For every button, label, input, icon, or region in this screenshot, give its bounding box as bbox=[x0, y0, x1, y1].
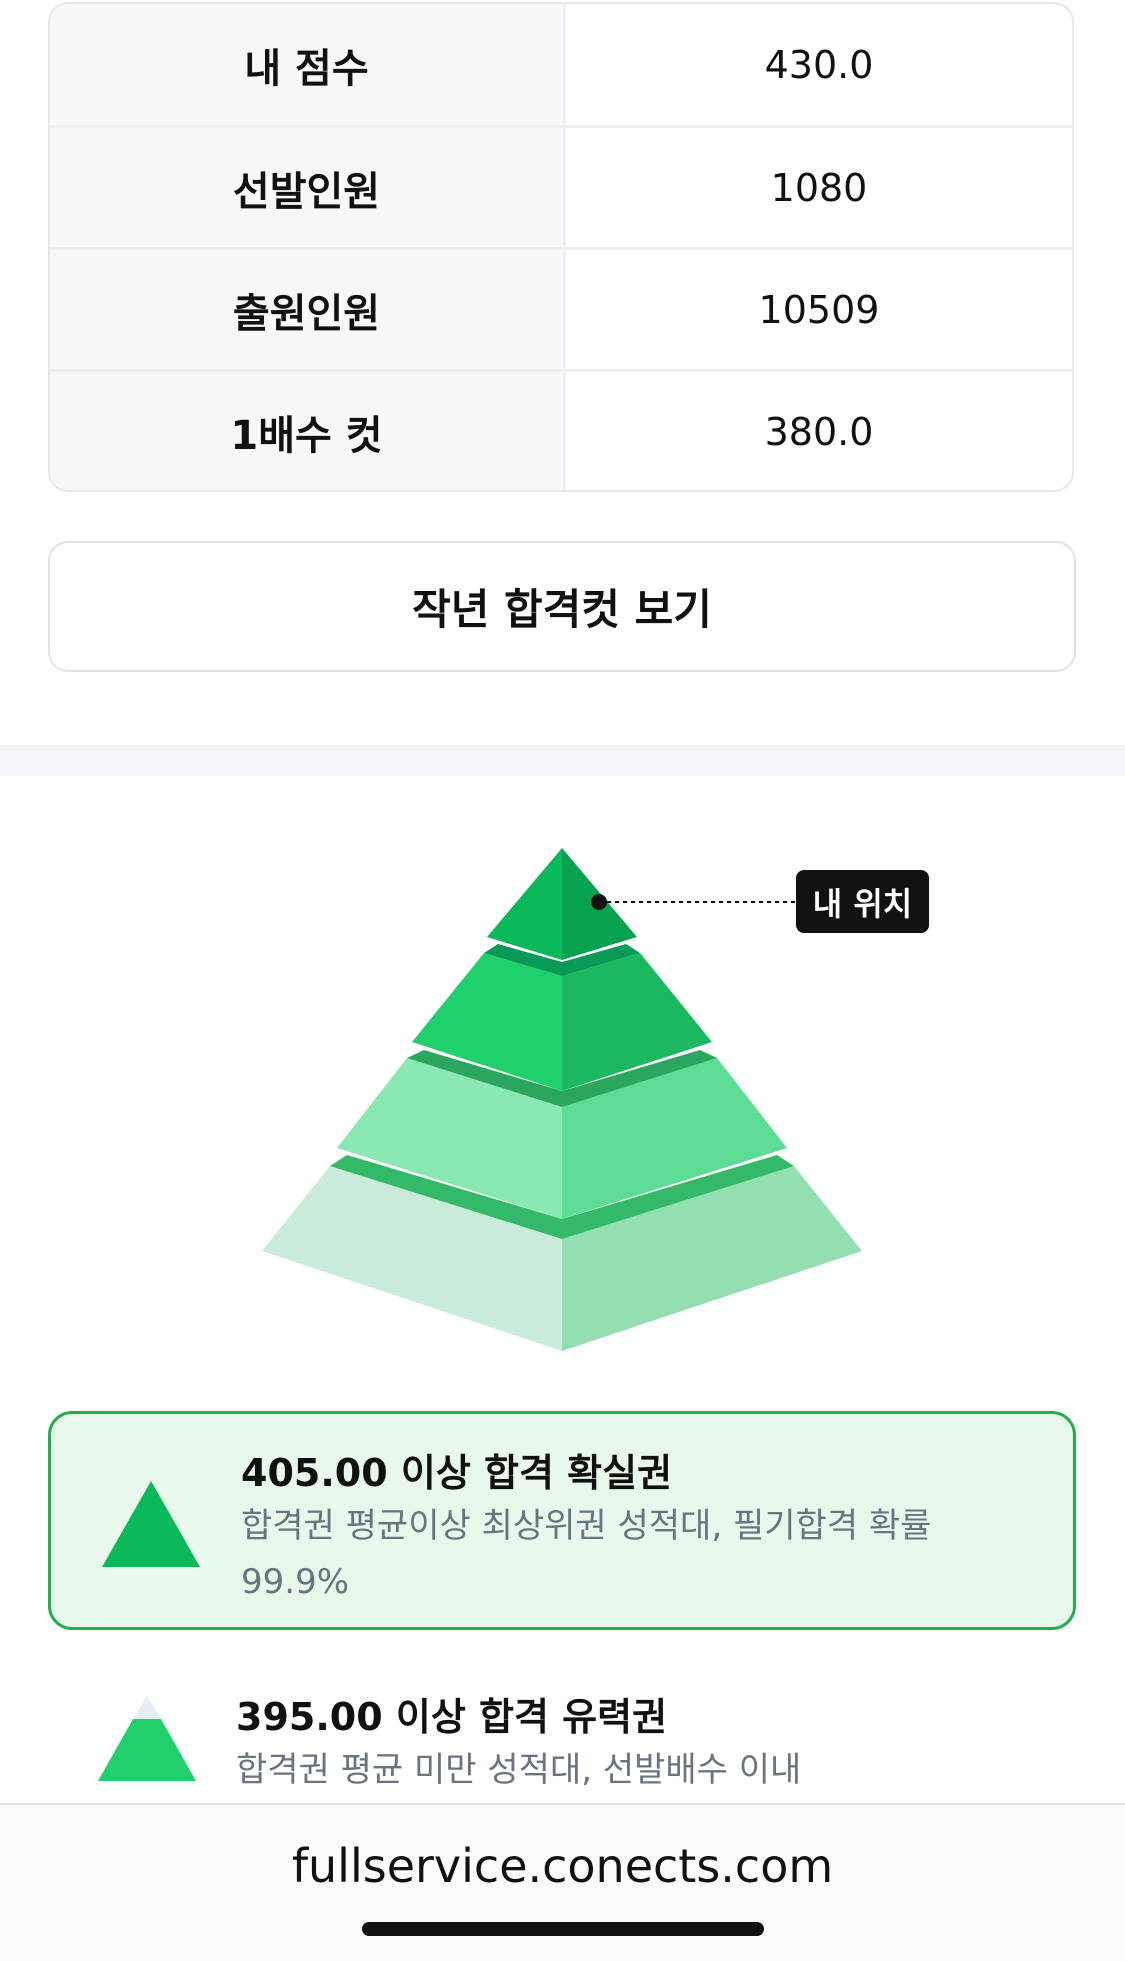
last-year-cut-button[interactable]: 작년 합격컷 보기 bbox=[48, 541, 1076, 672]
tier-title: 395.00 이상 합격 유력권 bbox=[236, 1695, 668, 1739]
tier-description: 합격권 평균 미만 성적대, 선발배수 이내 bbox=[236, 1750, 802, 1790]
ranking-pyramid bbox=[262, 848, 862, 1351]
section-divider bbox=[0, 745, 1125, 776]
my-score-value: 430.0 bbox=[764, 42, 874, 87]
cutoff-label: 1배수 컷 bbox=[50, 372, 566, 490]
table-row: 출원인원 10509 bbox=[50, 247, 1072, 369]
selection-count-value: 1080 bbox=[770, 165, 868, 210]
table-row: 내 점수 430.0 bbox=[50, 4, 1072, 125]
applicant-count-label: 출원인원 bbox=[50, 250, 566, 369]
selection-count-label: 선발인원 bbox=[50, 128, 566, 247]
table-row: 선발인원 1080 bbox=[50, 125, 1072, 247]
tier-triangle-icon bbox=[98, 1695, 196, 1781]
browser-bottom-bar: fullservice.conects.com bbox=[0, 1803, 1125, 1961]
tier-card-likely[interactable]: 395.00 이상 합격 유력권 합격권 평균 미만 성적대, 선발배수 이내 bbox=[48, 1650, 1076, 1810]
my-position-tag: 내 위치 bbox=[796, 870, 929, 933]
score-stats-table: 내 점수 430.0 선발인원 1080 출원인원 10509 1배수 컷 38… bbox=[48, 2, 1074, 492]
tier-card-certain[interactable]: 405.00 이상 합격 확실권 합격권 평균이상 최상위권 성적대, 필기합격… bbox=[48, 1411, 1076, 1630]
pyramid-layer-top-left bbox=[487, 848, 562, 960]
tier-description: 합격권 평균이상 최상위권 성적대, 필기합격 확률 99.9% bbox=[241, 1506, 932, 1602]
url-display[interactable]: fullservice.conects.com bbox=[0, 1839, 1125, 1893]
my-score-label: 내 점수 bbox=[50, 4, 566, 125]
my-position-dot bbox=[591, 894, 607, 910]
tier-triangle-icon bbox=[102, 1481, 200, 1567]
tier-title: 405.00 이상 합격 확실권 bbox=[241, 1451, 673, 1495]
home-indicator[interactable] bbox=[362, 1922, 764, 1936]
table-row: 1배수 컷 380.0 bbox=[50, 369, 1072, 490]
cutoff-value: 380.0 bbox=[764, 409, 874, 454]
applicant-count-value: 10509 bbox=[758, 287, 880, 332]
